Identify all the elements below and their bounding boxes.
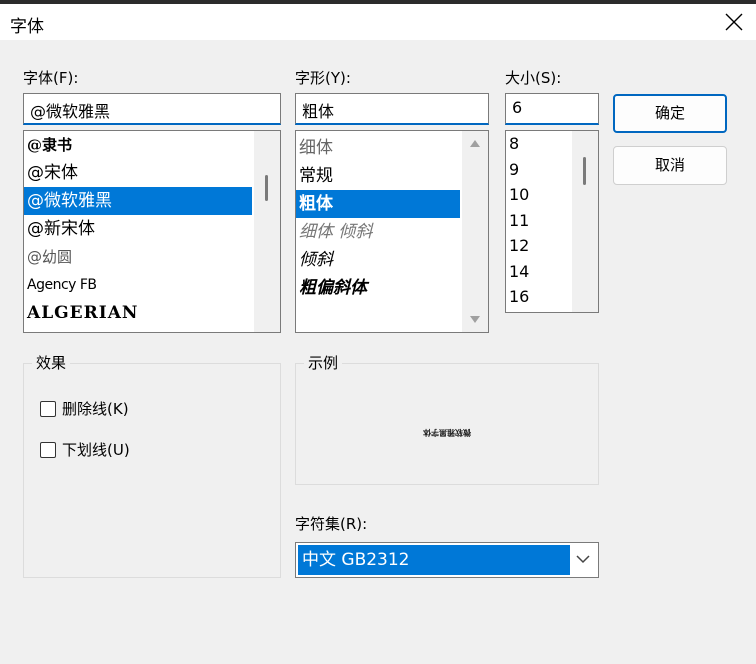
- style-list-scrollbar[interactable]: [462, 131, 488, 332]
- underline-checkbox[interactable]: 下划线(U): [40, 439, 130, 460]
- sample-title: 示例: [304, 352, 343, 373]
- size-list[interactable]: 8 9 10 11 12 14 16: [505, 130, 599, 313]
- style-label: 字形(Y):: [295, 69, 351, 87]
- font-list-item[interactable]: Agency FB: [24, 271, 280, 299]
- charset-selected-value[interactable]: 中文 GB2312: [298, 545, 570, 575]
- charset-select[interactable]: 中文 GB2312: [295, 542, 599, 578]
- font-list[interactable]: @隶书 @宋体 @微软雅黑 @新宋体 @幼圆 Agency FB ALGERIA…: [23, 130, 281, 333]
- font-list-item[interactable]: @宋体: [24, 159, 280, 187]
- scrollbar-thumb[interactable]: [583, 157, 586, 185]
- close-button[interactable]: [712, 4, 756, 40]
- style-list-item[interactable]: 细体 倾斜: [296, 218, 488, 246]
- effects-title: 效果: [32, 352, 71, 373]
- style-list-item-selected[interactable]: 粗体: [296, 190, 460, 218]
- style-list-item[interactable]: 粗偏斜体: [296, 274, 488, 302]
- style-list-item[interactable]: 倾斜: [296, 246, 488, 274]
- font-input[interactable]: @微软雅黑: [23, 93, 281, 125]
- chevron-down-icon: [576, 555, 590, 564]
- close-icon: [725, 13, 743, 31]
- style-list[interactable]: 细体 常规 粗体 细体 倾斜 倾斜 粗偏斜体: [295, 130, 489, 333]
- ok-button[interactable]: 确定: [613, 94, 727, 133]
- title-bar: 字体: [0, 4, 756, 40]
- checkbox-box[interactable]: [40, 400, 56, 417]
- font-list-item[interactable]: @隶书: [24, 131, 280, 159]
- style-list-item[interactable]: 细体: [296, 134, 488, 162]
- font-list-item[interactable]: ALGERIAN: [24, 299, 280, 327]
- scroll-up-arrow-icon[interactable]: [469, 139, 481, 148]
- font-label: 字体(F):: [23, 69, 79, 87]
- size-input[interactable]: 6: [505, 93, 599, 125]
- scrollbar-thumb[interactable]: [265, 175, 268, 201]
- strikeout-label[interactable]: 删除线(K): [62, 398, 129, 419]
- dialog-title: 字体: [10, 17, 44, 37]
- strikeout-checkbox[interactable]: 删除线(K): [40, 398, 129, 419]
- font-list-scrollbar[interactable]: [254, 131, 280, 332]
- sample-preview-text: 微软雅黑字体: [423, 428, 471, 437]
- font-list-item[interactable]: @幼圆: [24, 243, 280, 271]
- size-list-scrollbar[interactable]: [572, 131, 598, 312]
- sample-group: [295, 363, 599, 485]
- cancel-button[interactable]: 取消: [613, 146, 727, 185]
- style-input[interactable]: 粗体: [295, 93, 489, 125]
- font-list-item-selected[interactable]: @微软雅黑: [24, 187, 252, 215]
- style-list-item[interactable]: 常规: [296, 162, 488, 190]
- effects-group: [23, 363, 281, 578]
- font-list-item[interactable]: @新宋体: [24, 215, 280, 243]
- size-label: 大小(S):: [505, 69, 562, 87]
- scroll-down-arrow-icon[interactable]: [469, 315, 481, 324]
- underline-label[interactable]: 下划线(U): [62, 439, 130, 460]
- checkbox-box[interactable]: [40, 441, 56, 458]
- charset-label: 字符集(R):: [295, 515, 368, 533]
